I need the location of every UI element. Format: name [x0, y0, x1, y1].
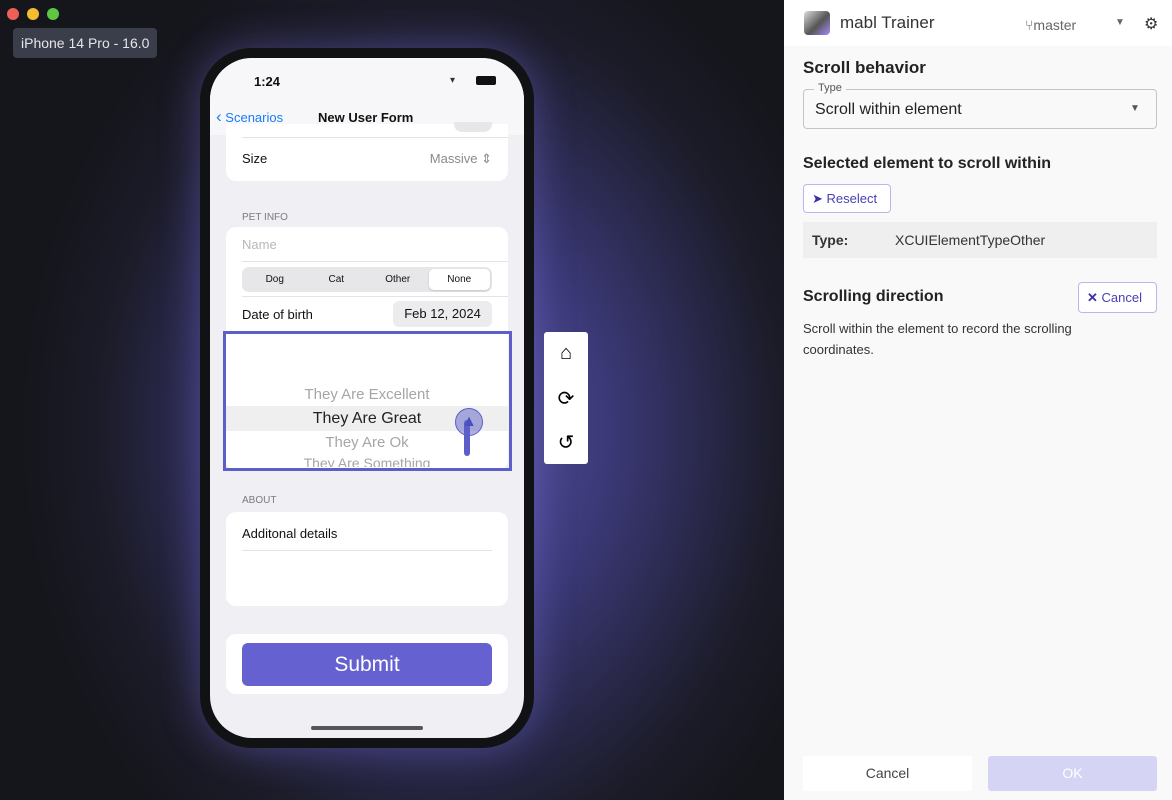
about-card: Additonal details [226, 512, 508, 606]
type-select-value: Scroll within element [815, 101, 962, 118]
name-input[interactable]: Name [242, 237, 492, 252]
device-label: iPhone 14 Pro - 16.0 [13, 28, 158, 58]
trainer-panel: mabl Trainer ⑂master ▼ ⚙ Scroll behavior… [784, 0, 1172, 800]
scroll-gesture-handle[interactable]: ▲ [455, 408, 483, 436]
element-type-key: Type: [812, 232, 849, 248]
gear-icon[interactable]: ⚙ [1144, 14, 1158, 34]
settings-card: Size Massive ⇕ [226, 122, 508, 181]
reselect-button[interactable]: ➤ Reselect [803, 184, 891, 213]
nav-title: New User Form [318, 110, 414, 125]
selected-element-title: Selected element to scroll within [803, 155, 1052, 172]
segment-dog[interactable]: Dog [244, 269, 306, 290]
close-icon: ✕ [1087, 290, 1098, 305]
status-time: 1:24 [254, 74, 281, 89]
submit-card: Submit [226, 634, 508, 694]
pet-info-header: PET INFO [242, 212, 288, 223]
pet-type-segmented-control[interactable]: Dog Cat Other None [242, 267, 492, 292]
close-window-button[interactable] [7, 8, 19, 20]
branch-selector[interactable]: ⑂master [1025, 17, 1076, 33]
segment-cat[interactable]: Cat [306, 269, 368, 290]
footer-cancel-button[interactable]: Cancel [803, 756, 972, 791]
toggle[interactable] [454, 122, 492, 132]
home-icon[interactable]: ⌂ [554, 342, 578, 366]
segment-other[interactable]: Other [367, 269, 429, 290]
type-select[interactable]: Type Scroll within element ▼ [803, 82, 1157, 129]
trainer-header: mabl Trainer ⑂master ▼ ⚙ [784, 0, 1172, 46]
footer-ok-button[interactable]: OK [988, 756, 1157, 791]
submit-button[interactable]: Submit [242, 643, 492, 686]
battery-icon [476, 76, 496, 85]
home-indicator [311, 726, 423, 730]
cursor-icon: ➤ [812, 191, 823, 206]
chevron-left-icon: ‹ [216, 107, 222, 126]
section-title: Scroll behavior [803, 58, 926, 77]
reset-icon[interactable]: ↺ [554, 430, 578, 454]
minimize-window-button[interactable] [27, 8, 39, 20]
rotate-icon[interactable]: ⟳ [554, 386, 578, 410]
app-title: mabl Trainer [840, 13, 935, 32]
device-toolbar: ⌂ ⟳ ↺ [544, 332, 588, 464]
about-header: ABOUT [242, 495, 277, 506]
type-select-label: Type [814, 82, 846, 94]
element-type-row: Type: XCUIElementTypeOther [803, 222, 1157, 258]
zoom-window-button[interactable] [47, 8, 59, 20]
mabl-logo [804, 11, 830, 35]
branch-dropdown-icon[interactable]: ▼ [1115, 17, 1125, 28]
direction-help: Scroll within the element to record the … [803, 321, 1072, 357]
updown-chevron-icon: ⇕ [481, 151, 492, 166]
element-type-value: XCUIElementTypeOther [895, 232, 1046, 248]
segment-none[interactable]: None [428, 269, 490, 290]
details-field[interactable]: Additonal details [242, 526, 492, 541]
dob-picker-button[interactable]: Feb 12, 2024 [393, 301, 492, 327]
wifi-icon: ▾ [450, 75, 456, 86]
dropdown-arrow-icon: ▼ [1130, 103, 1140, 114]
simulator-area: iPhone 14 Pro - 16.0 1:24 ▾ ‹ Scenarios … [0, 0, 784, 800]
direction-cancel-button[interactable]: ✕ Cancel [1078, 282, 1157, 313]
direction-title: Scrolling direction [803, 288, 944, 305]
size-row[interactable]: Size Massive ⇕ [242, 151, 492, 167]
